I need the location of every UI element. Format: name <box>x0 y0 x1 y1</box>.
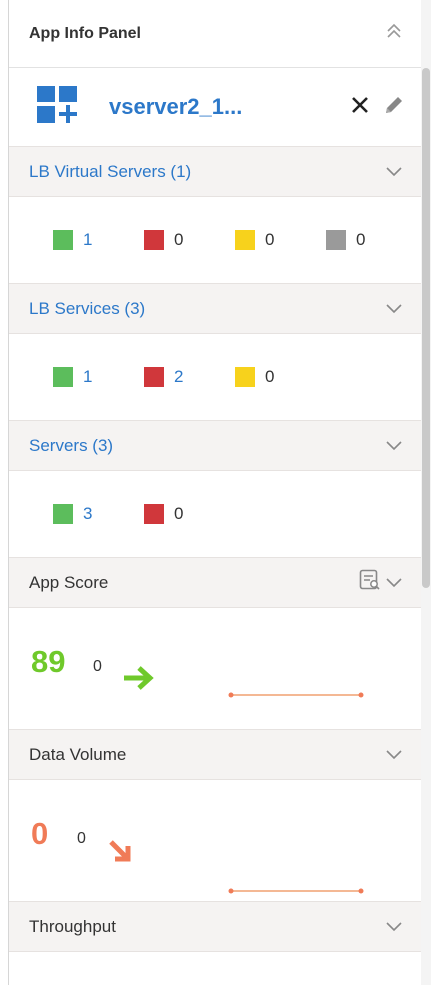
status-counts: 1 0 0 0 <box>9 197 421 283</box>
count-value[interactable]: 1 <box>83 367 92 387</box>
app-info-panel: App Info Panel vserver2_1... LB Virtual … <box>8 0 431 985</box>
down-right-arrow-icon <box>109 840 131 862</box>
count-value[interactable]: 1 <box>83 230 92 250</box>
data-volume-value: 0 <box>31 816 49 851</box>
chevron-down-icon[interactable] <box>383 298 405 320</box>
status-count-down[interactable]: 2 <box>144 367 235 387</box>
section-header-app-score[interactable]: App Score <box>9 557 421 608</box>
status-counts: 3 0 <box>9 471 421 557</box>
green-status-square <box>53 504 73 524</box>
status-count-up[interactable]: 1 <box>53 230 144 250</box>
scrollbar-thumb[interactable] <box>422 68 430 588</box>
status-count-warning: 0 <box>235 230 326 250</box>
red-status-square <box>144 230 164 250</box>
count-value[interactable]: 3 <box>83 504 92 524</box>
count-value: 0 <box>265 230 275 249</box>
app-name[interactable]: vserver2_1... <box>109 94 351 120</box>
chevron-down-icon[interactable] <box>383 161 405 183</box>
data-volume-change: 0 <box>77 830 86 847</box>
green-status-square <box>53 230 73 250</box>
status-count-unknown: 0 <box>326 230 417 250</box>
section-header-throughput[interactable]: Throughput <box>9 901 421 952</box>
section-header-lb-services[interactable]: LB Services (3) <box>9 283 421 334</box>
yellow-status-square <box>235 367 255 387</box>
count-value: 0 <box>265 367 275 386</box>
yellow-status-square <box>235 230 255 250</box>
status-counts: 1 2 0 <box>9 334 421 420</box>
panel-title: App Info Panel <box>29 24 141 42</box>
green-status-square <box>53 367 73 387</box>
section-label: Servers (3) <box>29 435 114 455</box>
double-chevron-up-icon[interactable] <box>385 22 403 45</box>
chevron-down-icon[interactable] <box>383 744 405 766</box>
report-search-icon[interactable] <box>359 569 381 596</box>
count-value: 0 <box>356 230 366 249</box>
panel-header: App Info Panel <box>9 0 421 68</box>
count-value: 0 <box>174 504 184 523</box>
chevron-down-icon[interactable] <box>383 435 405 457</box>
status-count-warning: 0 <box>235 367 326 387</box>
app-score-change: 0 <box>93 658 102 675</box>
app-score-metric: 89 0 <box>9 608 421 729</box>
app-grid-plus-icon <box>37 84 79 131</box>
count-value[interactable]: 2 <box>174 367 183 387</box>
chevron-down-icon[interactable] <box>383 572 405 594</box>
gray-status-square <box>326 230 346 250</box>
section-label: LB Virtual Servers (1) <box>29 161 192 181</box>
app-score-value: 89 <box>31 644 66 679</box>
pencil-icon[interactable] <box>383 94 405 121</box>
red-status-square <box>144 367 164 387</box>
status-count-down: 0 <box>144 230 235 250</box>
up-right-arrow-icon <box>124 666 154 690</box>
status-count-up[interactable]: 1 <box>53 367 144 387</box>
red-status-square <box>144 504 164 524</box>
data-volume-sparkline <box>228 888 364 894</box>
section-header-servers[interactable]: Servers (3) <box>9 420 421 471</box>
section-header-data-volume[interactable]: Data Volume <box>9 729 421 780</box>
close-icon[interactable] <box>351 96 369 119</box>
chevron-down-icon[interactable] <box>383 916 405 938</box>
count-value: 0 <box>174 230 184 249</box>
section-label: LB Services (3) <box>29 298 146 318</box>
section-label: App Score <box>29 572 109 592</box>
app-score-sparkline <box>228 692 364 698</box>
status-count-up[interactable]: 3 <box>53 504 144 524</box>
section-label: Throughput <box>29 916 116 936</box>
section-header-lb-virtual-servers[interactable]: LB Virtual Servers (1) <box>9 146 421 197</box>
app-header-row: vserver2_1... <box>9 68 421 146</box>
section-label: Data Volume <box>29 744 127 764</box>
data-volume-metric: 0 0 <box>9 780 421 901</box>
status-count-down: 0 <box>144 504 235 524</box>
